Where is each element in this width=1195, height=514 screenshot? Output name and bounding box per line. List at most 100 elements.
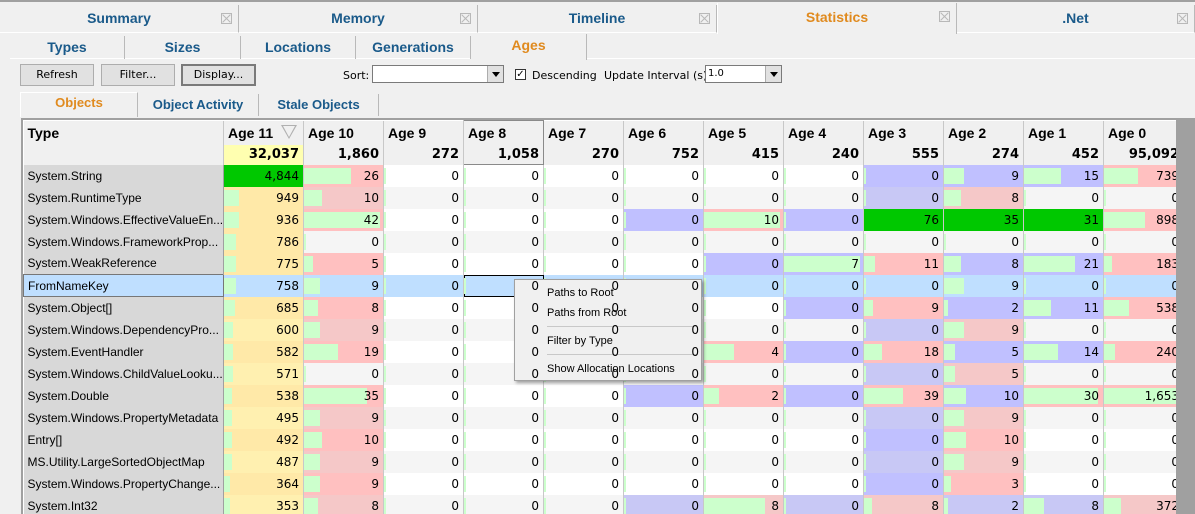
age-cell[interactable]: 571: [223, 362, 304, 385]
age-cell[interactable]: 0: [1103, 472, 1176, 495]
age-cell[interactable]: 35: [303, 384, 384, 407]
age-cell[interactable]: 9: [943, 450, 1024, 473]
column-header-age-4[interactable]: Age 4: [783, 120, 864, 145]
table-row[interactable]: System.Windows.EffectiveValueEn... 936 42 0…: [23, 208, 1176, 231]
vertical-scrollbar[interactable]: [1176, 118, 1195, 514]
age-cell[interactable]: 495: [223, 406, 304, 429]
age-cell[interactable]: 0: [863, 406, 944, 429]
age-cell[interactable]: 0: [463, 230, 544, 253]
type-cell[interactable]: System.String: [23, 164, 224, 187]
column-header-age-11[interactable]: Age 11: [223, 120, 304, 145]
age-cell[interactable]: 0: [623, 494, 704, 514]
age-cell[interactable]: 0: [703, 296, 784, 319]
age-cell[interactable]: 0: [863, 186, 944, 209]
age-cell[interactable]: 10: [303, 428, 384, 451]
age-cell[interactable]: 8: [863, 494, 944, 514]
age-cell[interactable]: 0: [783, 274, 864, 297]
age-cell[interactable]: 42: [303, 208, 384, 231]
update-interval-dropdown[interactable]: 1.0: [705, 65, 782, 83]
age-cell[interactable]: 0: [543, 472, 624, 495]
age-cell[interactable]: 0: [543, 252, 624, 275]
tab-sizes[interactable]: Sizes: [125, 36, 241, 59]
age-cell[interactable]: 2: [703, 384, 784, 407]
age-cell[interactable]: 9: [943, 406, 1024, 429]
age-cell[interactable]: 4,844: [223, 164, 304, 187]
age-cell[interactable]: 30: [1023, 384, 1104, 407]
close-icon[interactable]: [460, 13, 471, 24]
age-cell[interactable]: 0: [463, 252, 544, 275]
age-cell[interactable]: 0: [383, 494, 464, 514]
tab-stale-objects[interactable]: Stale Objects: [259, 94, 379, 116]
age-cell[interactable]: 0: [783, 208, 864, 231]
age-cell[interactable]: 10: [703, 208, 784, 231]
age-cell[interactable]: 8: [303, 494, 384, 514]
age-cell[interactable]: 1,653: [1103, 384, 1176, 407]
age-cell[interactable]: 11: [863, 252, 944, 275]
close-icon[interactable]: [221, 13, 232, 24]
age-cell[interactable]: 0: [783, 406, 864, 429]
age-cell[interactable]: 898: [1103, 208, 1176, 231]
column-header-age-1[interactable]: Age 1: [1023, 120, 1104, 145]
age-cell[interactable]: 0: [703, 230, 784, 253]
age-cell[interactable]: 0: [383, 472, 464, 495]
age-cell[interactable]: 949: [223, 186, 304, 209]
age-cell[interactable]: 0: [863, 428, 944, 451]
age-cell[interactable]: 9: [303, 318, 384, 341]
age-cell[interactable]: 240: [1103, 340, 1176, 363]
age-cell[interactable]: 0: [383, 186, 464, 209]
age-cell[interactable]: 9: [303, 450, 384, 473]
column-header-age-3[interactable]: Age 3: [863, 120, 944, 145]
menu-item-filter-by-type[interactable]: Filter by Type: [547, 331, 613, 351]
age-cell[interactable]: 0: [383, 450, 464, 473]
age-cell[interactable]: 0: [543, 428, 624, 451]
tab-locations[interactable]: Locations: [241, 36, 356, 59]
age-cell[interactable]: 10: [943, 428, 1024, 451]
age-cell[interactable]: 0: [1023, 428, 1104, 451]
age-cell[interactable]: 10: [303, 186, 384, 209]
age-cell[interactable]: 0: [463, 164, 544, 187]
table-row[interactable]: System.String 4,844 26 0 0 0 0 0 0 0 9 15 739: [23, 164, 1176, 187]
age-cell[interactable]: 15: [1023, 164, 1104, 187]
column-header-age-10[interactable]: Age 10: [303, 120, 384, 145]
refresh-button[interactable]: Refresh: [20, 64, 94, 86]
age-cell[interactable]: 183: [1103, 252, 1176, 275]
age-cell[interactable]: 2: [943, 296, 1024, 319]
age-cell[interactable]: 0: [623, 252, 704, 275]
age-cell[interactable]: 786: [223, 230, 304, 253]
type-cell[interactable]: System.Windows.FrameworkProp...: [23, 230, 224, 253]
age-cell[interactable]: 0: [703, 274, 784, 297]
age-cell[interactable]: 0: [623, 428, 704, 451]
age-cell[interactable]: 0: [383, 428, 464, 451]
table-row[interactable]: System.Windows.PropertyChange... 364 9 0 0 0 0…: [23, 472, 1176, 495]
age-cell[interactable]: 0: [703, 186, 784, 209]
close-icon[interactable]: [699, 13, 710, 24]
age-cell[interactable]: 0: [463, 208, 544, 231]
age-cell[interactable]: 0: [1103, 318, 1176, 341]
age-cell[interactable]: 0: [383, 406, 464, 429]
age-cell[interactable]: 39: [863, 384, 944, 407]
age-cell[interactable]: 0: [783, 384, 864, 407]
tab-memory[interactable]: Memory: [239, 5, 478, 33]
table-row[interactable]: System.Double 538 35 0 0 0 0 2 0 39 10 30 1,653: [23, 384, 1176, 407]
column-header-age-9[interactable]: Age 9: [383, 120, 464, 145]
tab-generations[interactable]: Generations: [356, 36, 471, 59]
age-cell[interactable]: 0: [783, 494, 864, 514]
age-cell[interactable]: 0: [383, 164, 464, 187]
column-header-type[interactable]: Type: [23, 120, 224, 145]
age-cell[interactable]: 0: [1103, 274, 1176, 297]
age-cell[interactable]: 0: [543, 230, 624, 253]
table-row[interactable]: System.WeakReference 775 5 0 0 0 0 0 7 11 8 21 183: [23, 252, 1176, 275]
age-cell[interactable]: 0: [783, 296, 864, 319]
age-cell[interactable]: 0: [863, 318, 944, 341]
age-cell[interactable]: 0: [783, 362, 864, 385]
age-cell[interactable]: 5: [303, 252, 384, 275]
close-icon[interactable]: [939, 11, 950, 22]
age-cell[interactable]: 0: [463, 406, 544, 429]
age-cell[interactable]: 0: [863, 164, 944, 187]
age-cell[interactable]: 19: [303, 340, 384, 363]
age-cell[interactable]: 685: [223, 296, 304, 319]
age-cell[interactable]: 0: [543, 208, 624, 231]
age-cell[interactable]: 9: [303, 274, 384, 297]
type-cell[interactable]: System.Windows.ChildValueLooku...: [23, 362, 224, 385]
age-cell[interactable]: 0: [1023, 274, 1104, 297]
